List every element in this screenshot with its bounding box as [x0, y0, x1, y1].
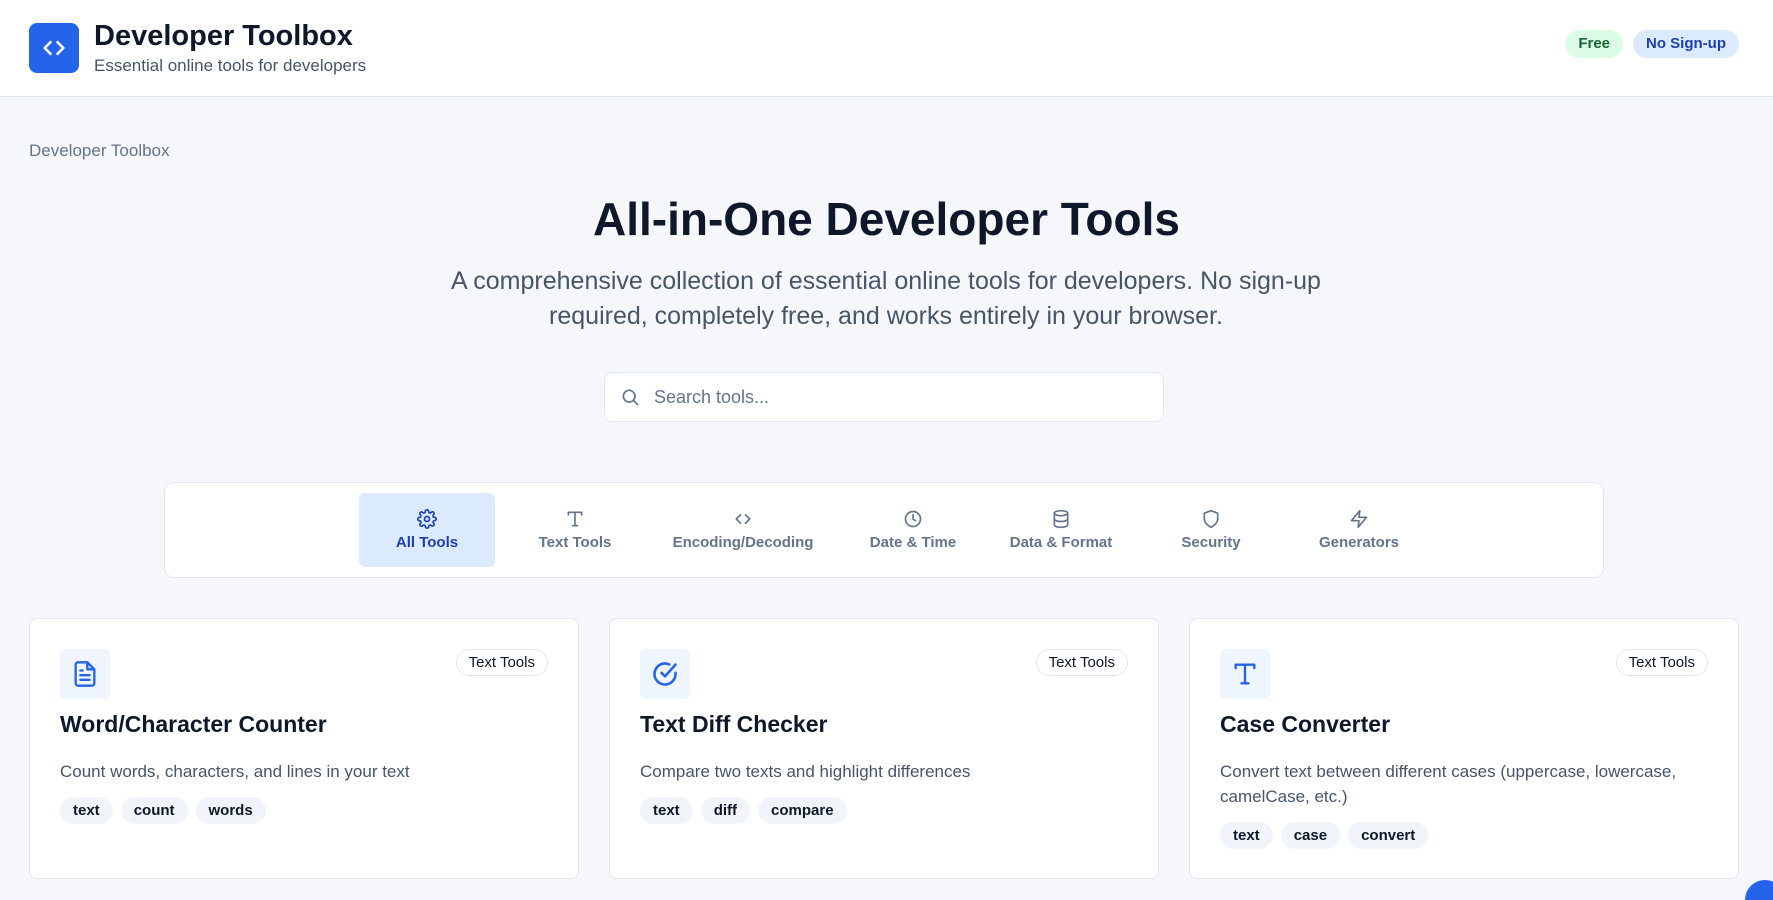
app-logo[interactable]: [29, 23, 79, 73]
app-header: Developer Toolbox Essential online tools…: [0, 0, 1773, 97]
gear-icon: [417, 509, 437, 529]
file-text-icon: [60, 649, 110, 699]
tab-label: Generators: [1318, 534, 1400, 551]
floating-action-button[interactable]: [1745, 880, 1773, 900]
code-icon: [733, 509, 753, 529]
no-signup-badge: No Sign-up: [1633, 30, 1739, 58]
type-icon: [565, 509, 585, 529]
page-title: All-in-One Developer Tools: [593, 193, 1180, 245]
search-input[interactable]: [654, 386, 1134, 408]
tab-generators[interactable]: Generators: [1291, 493, 1427, 567]
tag: compare: [758, 797, 847, 824]
shield-icon: [1201, 509, 1221, 529]
tag: count: [120, 797, 188, 824]
search-box[interactable]: [604, 372, 1164, 422]
category-badge: Text Tools: [1035, 649, 1128, 676]
app-title: Developer Toolbox: [94, 19, 353, 52]
page-description: A comprehensive collection of essential …: [451, 267, 1321, 330]
free-badge: Free: [1565, 30, 1624, 58]
tab-date-time[interactable]: Date & Time: [845, 493, 981, 567]
category-tabs: All Tools Text Tools Encoding/Decoding D…: [164, 482, 1604, 578]
tool-card-text-diff[interactable]: Text Tools Text Diff Checker Compare two…: [609, 618, 1159, 879]
tag: diff: [700, 797, 751, 824]
tab-encoding-decoding[interactable]: Encoding/Decoding: [653, 493, 833, 567]
card-description: Convert text between different cases (up…: [1220, 762, 1677, 806]
category-badge: Text Tools: [455, 649, 548, 676]
app-subtitle: Essential online tools for developers: [94, 56, 367, 76]
tag: case: [1280, 822, 1341, 849]
tab-label: Encoding/Decoding: [672, 534, 814, 551]
tag-list: text case convert: [1220, 822, 1429, 849]
tab-label: Data & Format: [1009, 534, 1113, 551]
card-title: Word/Character Counter: [60, 711, 327, 737]
tab-text-tools[interactable]: Text Tools: [507, 493, 643, 567]
code-brackets-icon: [43, 40, 65, 56]
tool-card-case-converter[interactable]: Text Tools Case Converter Convert text b…: [1189, 618, 1739, 879]
card-description: Count words, characters, and lines in yo…: [60, 762, 410, 781]
tab-security[interactable]: Security: [1143, 493, 1279, 567]
tab-label: All Tools: [395, 534, 459, 551]
tab-label: Text Tools: [538, 534, 612, 551]
tab-all-tools[interactable]: All Tools: [359, 493, 495, 567]
tag-list: text diff compare: [640, 797, 847, 824]
tab-data-format[interactable]: Data & Format: [986, 493, 1136, 567]
tab-label: Date & Time: [869, 534, 957, 551]
tag: text: [60, 797, 113, 824]
zap-icon: [1349, 509, 1369, 529]
card-title: Text Diff Checker: [640, 711, 828, 737]
card-title: Case Converter: [1220, 711, 1391, 737]
tag: text: [1220, 822, 1273, 849]
tag-list: text count words: [60, 797, 266, 824]
tab-label: Security: [1181, 534, 1241, 551]
tool-card-word-counter[interactable]: Text Tools Word/Character Counter Count …: [29, 618, 579, 879]
tag: text: [640, 797, 693, 824]
card-description: Compare two texts and highlight differen…: [640, 762, 971, 781]
database-icon: [1051, 509, 1071, 529]
tag: convert: [1348, 822, 1429, 849]
clock-icon: [903, 509, 923, 529]
category-badge: Text Tools: [1615, 649, 1708, 676]
header-badges: Free No Sign-up: [1565, 30, 1739, 58]
type-icon: [1220, 649, 1270, 699]
check-circle-icon: [640, 649, 690, 699]
search-icon: [620, 387, 640, 407]
tag: words: [195, 797, 266, 824]
breadcrumb[interactable]: Developer Toolbox: [29, 141, 170, 161]
